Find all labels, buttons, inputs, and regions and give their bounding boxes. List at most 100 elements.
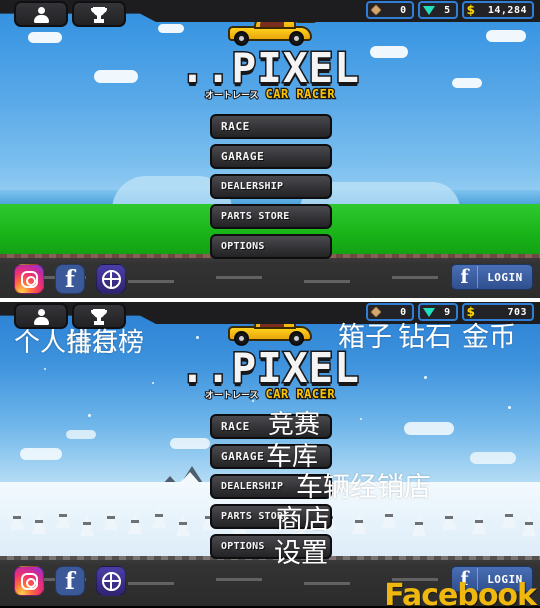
instagram-icon	[20, 572, 38, 590]
currency-chips: 0 9 $ 703	[365, 303, 534, 321]
bottom-bar: f f LOGIN Facebook	[0, 560, 540, 608]
cloud	[66, 430, 96, 439]
cloud	[170, 438, 210, 449]
annotation-leaderboard: 排行榜	[66, 328, 145, 358]
coin-icon: $	[466, 3, 475, 17]
menu-label: DEALERSHIP	[221, 181, 284, 192]
coins-value: 14,284	[487, 4, 527, 16]
cloud	[28, 32, 62, 43]
globe-icon	[101, 269, 121, 289]
car-wheel	[234, 331, 249, 346]
facebook-login-button[interactable]: f LOGIN	[451, 264, 533, 290]
cloud	[370, 46, 408, 58]
annotation-coins: 金币	[462, 322, 516, 353]
pine-tree	[104, 508, 118, 530]
pine-tree	[32, 512, 46, 534]
website-button[interactable]	[96, 566, 126, 596]
pine-tree	[502, 506, 516, 528]
cloud	[486, 30, 526, 42]
menu-label: PARTS STORE	[221, 211, 290, 222]
coins-chip[interactable]: $ 703	[461, 303, 534, 321]
facebook-button[interactable]: f	[55, 264, 85, 294]
annotation-parts-store: 商店	[276, 505, 330, 536]
annotation-options: 设置	[274, 538, 328, 569]
instagram-button[interactable]	[14, 566, 44, 596]
menu-label: GARAGE	[221, 450, 265, 463]
gems-chip[interactable]: 5	[417, 1, 458, 19]
trophy-icon	[90, 308, 108, 324]
cloud	[20, 448, 62, 460]
menu-item-options[interactable]: OPTIONS	[210, 234, 332, 259]
screenshot-root: 0 5 $ 14,284 ..PIXEL オートレース CAR RACER RA…	[0, 0, 540, 608]
trophy-icon	[90, 6, 108, 22]
coins-chip[interactable]: $ 14,284	[461, 1, 534, 19]
gem-icon	[422, 307, 435, 317]
snowflake	[424, 376, 427, 379]
gems-value: 9	[444, 306, 451, 318]
globe-icon	[101, 571, 121, 591]
facebook-icon: f	[65, 567, 75, 595]
menu-item-race[interactable]: RACE	[210, 114, 332, 139]
currency-chips: 0 5 $ 14,284	[365, 1, 534, 19]
instagram-button[interactable]	[14, 264, 44, 294]
profile-button[interactable]	[14, 303, 68, 329]
bottom-bar: f f LOGIN	[0, 258, 540, 300]
snowflake	[44, 368, 46, 370]
menu-label: GARAGE	[221, 150, 265, 163]
pine-tree	[442, 508, 456, 530]
pine-tree	[80, 514, 94, 536]
leaderboard-button[interactable]	[72, 1, 126, 27]
coins-value: 703	[507, 306, 527, 318]
leaderboard-button[interactable]	[72, 303, 126, 329]
logo-main: PIXEL	[230, 44, 360, 92]
snowflake	[152, 382, 154, 384]
logo-japanese: オートレース	[204, 390, 260, 402]
menu-label: RACE	[221, 120, 250, 133]
main-menu: RACE GARAGE DEALERSHIP PARTS STORE OPTIO…	[210, 114, 332, 264]
coin-icon: $	[466, 305, 475, 319]
menu-label: DEALERSHIP	[221, 481, 284, 492]
website-button[interactable]	[96, 264, 126, 294]
pine-tree	[412, 514, 426, 536]
logo-car-racer: CAR RACER	[264, 386, 336, 403]
person-icon	[33, 6, 49, 23]
menu-item-parts-store[interactable]: PARTS STORE	[210, 204, 332, 229]
game-logo: ..PIXEL オートレース CAR RACER	[170, 14, 370, 103]
login-label: LOGIN	[487, 270, 523, 284]
facebook-icon: f	[65, 265, 75, 293]
pine-tree	[152, 506, 166, 528]
pine-tree	[56, 506, 70, 528]
logo-title: ..PIXEL	[170, 346, 370, 390]
logo-car-racer: CAR RACER	[264, 86, 336, 103]
profile-button[interactable]	[14, 1, 68, 27]
cloud	[470, 452, 516, 464]
menu-label: RACE	[221, 420, 250, 433]
boxes-value: 0	[400, 4, 407, 16]
gems-chip[interactable]: 9	[417, 303, 458, 321]
snowflake	[88, 414, 91, 417]
panel-divider	[0, 298, 540, 302]
game-screen-english: 0 5 $ 14,284 ..PIXEL オートレース CAR RACER RA…	[0, 0, 540, 300]
pine-tree	[522, 514, 536, 536]
snowflake	[360, 418, 362, 420]
game-screen-annotated: 0 9 $ 703 ..PIXEL オートレース CAR RACER RACE …	[0, 302, 540, 608]
annotation-race: 竞赛	[268, 410, 321, 440]
facebook-watermark: Facebook	[384, 578, 537, 608]
snowflake	[508, 406, 511, 409]
pine-tree	[10, 508, 24, 530]
facebook-button[interactable]: f	[55, 566, 85, 596]
logo-prefix: ..	[179, 44, 232, 92]
boxes-chip[interactable]: 0	[365, 303, 414, 321]
annotation-gems: 钻石	[398, 322, 452, 353]
car-wheel	[289, 331, 304, 346]
menu-label: OPTIONS	[221, 541, 265, 552]
pine-tree	[472, 512, 486, 534]
logo-title: ..PIXEL	[170, 46, 370, 90]
annotation-garage: 车库	[266, 442, 319, 472]
annotation-dealership: 车辆经销店	[296, 472, 431, 503]
cloud	[94, 70, 138, 83]
menu-item-dealership[interactable]: DEALERSHIP	[210, 174, 332, 199]
menu-item-garage[interactable]: GARAGE	[210, 144, 332, 169]
boxes-chip[interactable]: 0	[365, 1, 414, 19]
instagram-icon	[20, 270, 38, 288]
